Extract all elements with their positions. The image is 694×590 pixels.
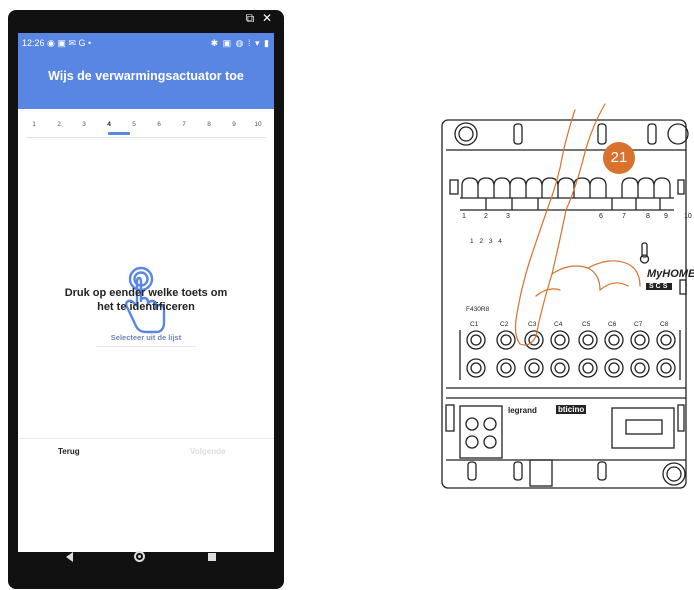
- device-top-label-8: 8: [646, 213, 650, 220]
- step-number-badge: 21: [603, 142, 635, 174]
- channel-c5: C5: [582, 321, 591, 328]
- device-top-label-6: 6: [599, 213, 603, 220]
- actuator-device-illustration: [441, 103, 689, 489]
- channel-c4: C4: [554, 321, 563, 328]
- device-top-label-3: 3: [506, 213, 510, 220]
- bticino-logo: bticino: [556, 405, 587, 414]
- device-small-numbers: 1 2 3 4: [470, 238, 504, 245]
- channel-c2: C2: [500, 321, 509, 328]
- channel-c8: C8: [660, 321, 669, 328]
- device-top-label-1: 1: [462, 213, 466, 220]
- myhome-brand: MyHOME: [647, 268, 694, 280]
- channel-c7: C7: [634, 321, 643, 328]
- channel-c1: C1: [470, 321, 479, 328]
- device-top-label-9: 9: [664, 213, 668, 220]
- device-top-label-10: 10: [684, 213, 692, 220]
- device-model: F430R8: [466, 306, 490, 313]
- device-top-label-2: 2: [484, 213, 488, 220]
- channel-c3: C3: [528, 321, 537, 328]
- scs-label: SCS: [646, 283, 673, 290]
- device-top-label-7: 7: [622, 213, 626, 220]
- legrand-logo: legrand: [508, 406, 537, 415]
- channel-c6: C6: [608, 321, 617, 328]
